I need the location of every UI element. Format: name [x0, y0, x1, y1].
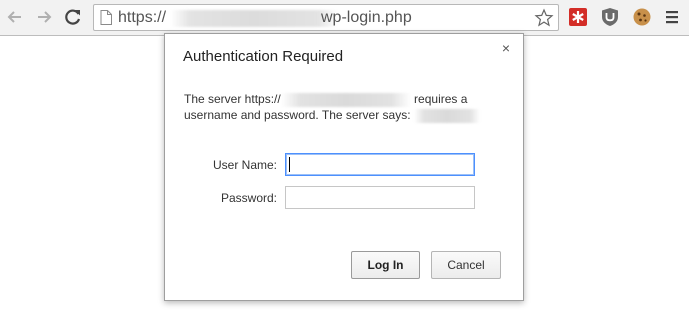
- lastpass-extension-icon[interactable]: [568, 7, 588, 27]
- dialog-title: Authentication Required: [183, 48, 344, 65]
- ublock-extension-icon[interactable]: [600, 7, 620, 27]
- username-field[interactable]: [285, 153, 475, 176]
- url-scheme: https://: [118, 9, 167, 26]
- page-icon: [100, 10, 112, 25]
- menu-icon[interactable]: [664, 9, 680, 25]
- cookie-extension-icon[interactable]: [632, 7, 652, 27]
- close-icon[interactable]: ×: [498, 40, 514, 56]
- message-suffix: requires a: [414, 92, 468, 106]
- address-bar[interactable]: https:// wp-login.php: [93, 4, 559, 31]
- password-label: Password:: [220, 191, 277, 205]
- url-redaction: [170, 10, 338, 27]
- redacted-host: [280, 92, 411, 107]
- password-field[interactable]: [285, 186, 475, 209]
- message-prefix: The server https://: [184, 92, 281, 106]
- username-label: User Name:: [212, 158, 277, 172]
- login-button[interactable]: Log In: [351, 251, 420, 279]
- redacted-realm: [413, 108, 480, 123]
- dialog-message-line2: username and password. The server says:: [184, 108, 480, 123]
- auth-dialog: Authentication Required × The server htt…: [164, 33, 524, 301]
- browser-toolbar: https:// wp-login.php: [0, 0, 689, 36]
- forward-arrow-icon[interactable]: [33, 6, 55, 28]
- url-path: wp-login.php: [321, 9, 412, 26]
- text-caret: [289, 157, 290, 172]
- reload-icon[interactable]: [62, 6, 84, 28]
- cancel-button[interactable]: Cancel: [431, 251, 501, 279]
- dialog-message-line1: The server https:// requires a: [184, 92, 467, 107]
- url-text[interactable]: https:// wp-login.php: [118, 9, 528, 29]
- back-arrow-icon[interactable]: [4, 6, 26, 28]
- star-icon[interactable]: [534, 8, 554, 28]
- message-line2-text: username and password. The server says:: [184, 108, 411, 122]
